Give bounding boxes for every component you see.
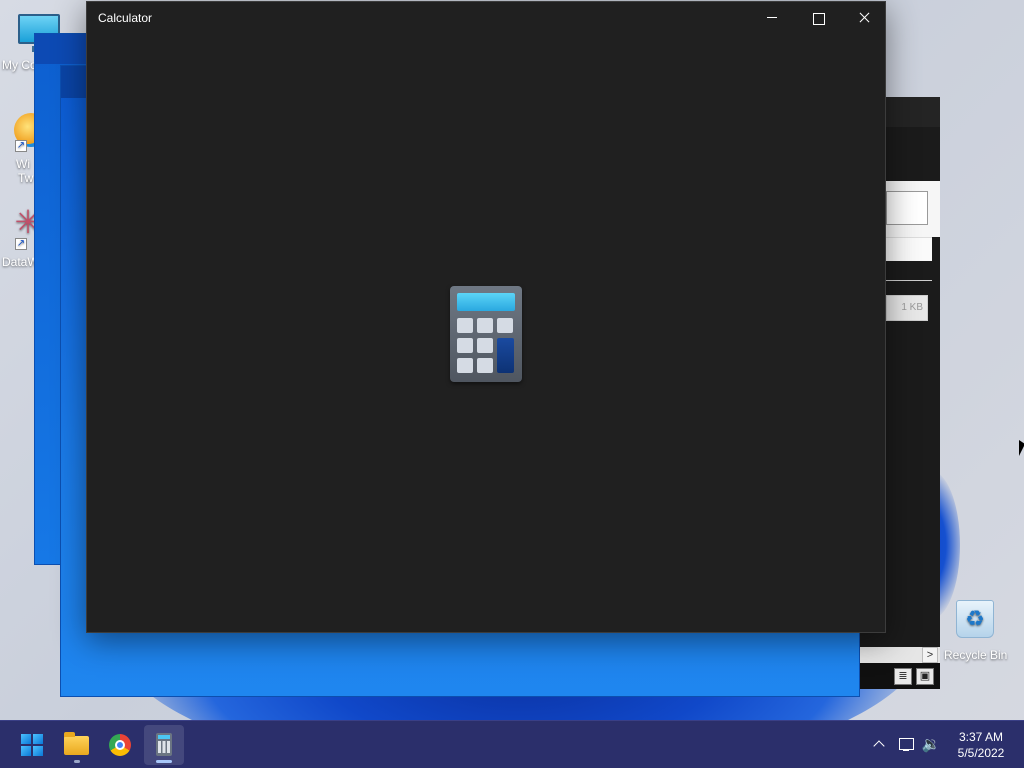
desktop-icon-label: My Co <box>2 58 37 72</box>
calculator-icon-key <box>457 338 473 353</box>
folder-icon <box>64 732 89 755</box>
large-icons-view-icon[interactable]: ▣ <box>916 668 934 685</box>
clock-time: 3:37 AM <box>958 730 1004 744</box>
scroll-right-button[interactable]: > <box>922 647 938 663</box>
calculator-titlebar[interactable]: Calculator <box>87 2 885 34</box>
calculator-icon-key <box>477 318 493 333</box>
background-input-field[interactable] <box>886 191 928 225</box>
maximize-button[interactable] <box>795 2 841 34</box>
minimize-button[interactable] <box>749 2 795 34</box>
taskbar-calculator[interactable] <box>144 725 184 765</box>
desktop-icon-label: Recycle Bin <box>944 648 1008 662</box>
taskbar-file-explorer[interactable] <box>56 725 96 765</box>
running-indicator <box>74 760 80 763</box>
calculator-icon <box>156 733 172 756</box>
details-view-icon[interactable]: ≣ <box>894 668 912 685</box>
recycle-bin-icon: ♻ <box>956 600 994 638</box>
shortcut-arrow-icon: ↗ <box>15 140 27 152</box>
desktop-icon-label-2: Tw <box>18 171 34 185</box>
calculator-icon-key <box>477 358 493 373</box>
taskbar: 🔉 3:37 AM 5/5/2022 <box>0 720 1024 768</box>
calculator-icon-key <box>497 318 513 333</box>
network-icon[interactable] <box>895 721 917 768</box>
calculator-icon-key <box>477 338 493 353</box>
desktop-icon-recycle-bin[interactable]: ♻ Recycle Bin <box>940 596 1012 666</box>
calculator-icon-display <box>457 293 515 311</box>
volume-icon[interactable]: 🔉 <box>920 721 942 768</box>
taskbar-clock[interactable]: 3:37 AM 5/5/2022 <box>946 729 1016 761</box>
active-indicator <box>156 760 172 763</box>
mouse-cursor <box>1019 440 1024 456</box>
calculator-icon-key <box>457 358 473 373</box>
taskbar-chrome[interactable] <box>100 725 140 765</box>
background-window-1-titlebar[interactable] <box>35 34 93 64</box>
window-title: Calculator <box>98 11 153 25</box>
background-panel-strip <box>886 237 932 261</box>
show-hidden-icons-chevron-icon[interactable] <box>868 721 890 768</box>
clock-date: 5/5/2022 <box>957 746 1005 760</box>
desktop-icon-label: Wi <box>16 157 30 171</box>
shortcut-arrow-icon: ↗ <box>15 238 27 250</box>
close-button[interactable] <box>841 2 887 34</box>
calculator-splash-icon <box>450 286 522 382</box>
windows-start-icon <box>21 734 43 756</box>
background-input-panel <box>886 181 940 237</box>
calculator-window[interactable]: Calculator <box>86 1 886 633</box>
calculator-icon-equals-key <box>497 338 514 373</box>
start-button[interactable] <box>12 725 52 765</box>
background-divider <box>886 280 932 281</box>
background-size-field: 1 KB <box>886 295 928 321</box>
chrome-icon <box>109 734 131 756</box>
calculator-icon-key <box>457 318 473 333</box>
